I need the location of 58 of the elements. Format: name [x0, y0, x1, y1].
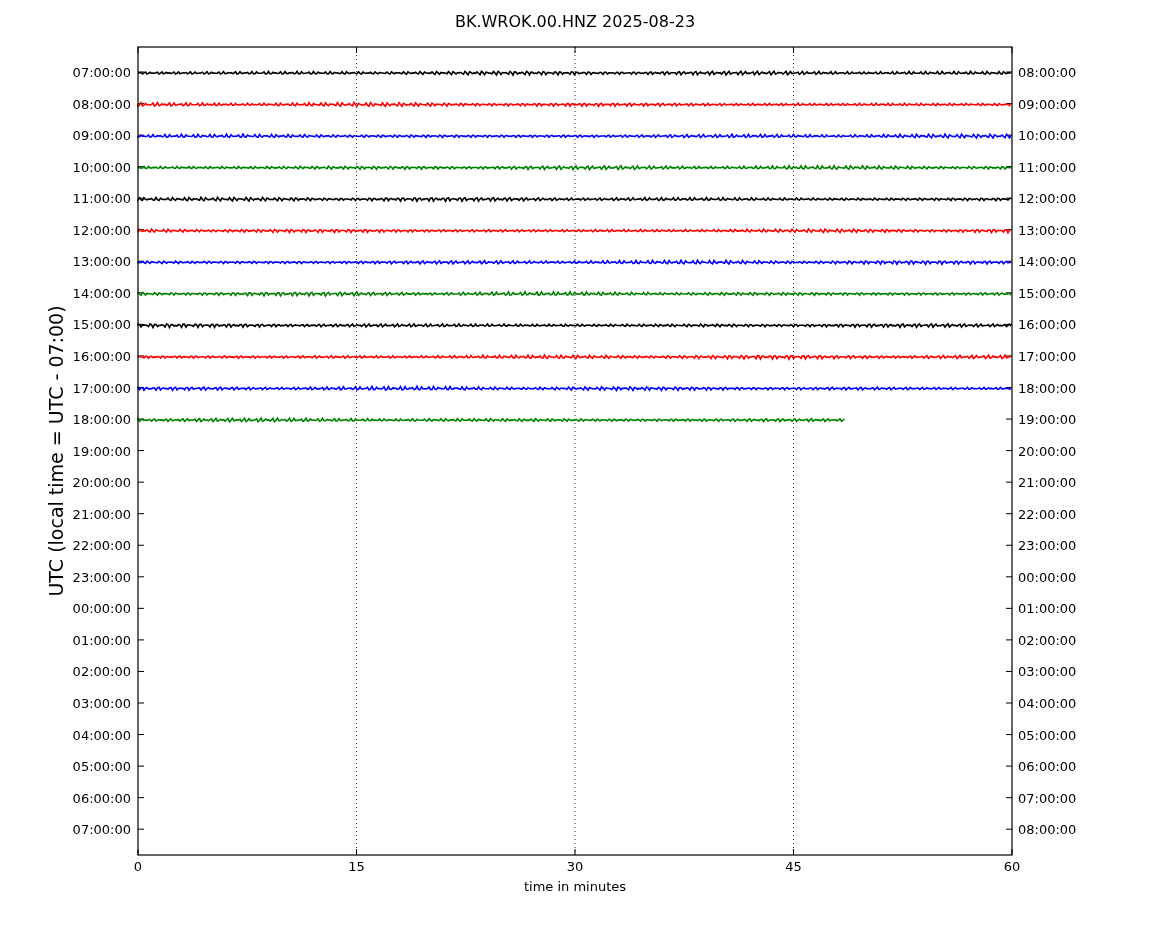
chart-title: BK.WROK.00.HNZ 2025-08-23 — [454, 12, 696, 31]
axis-tick-label: 15:00:00 — [1018, 285, 1077, 301]
axis-tick-label: 08:00:00 — [1018, 822, 1077, 838]
axis-tick-label: 13:00:00 — [72, 254, 131, 270]
axis-tick-label: 03:00:00 — [1018, 664, 1077, 680]
axis-tick-label: 22:00:00 — [1018, 506, 1077, 522]
axis-tick-label: 05:00:00 — [1018, 727, 1077, 743]
axis-tick-label: 11:00:00 — [1018, 159, 1077, 175]
axis-tick-label: 03:00:00 — [72, 696, 131, 711]
axis-tick-label: 20:00:00 — [1018, 443, 1077, 459]
axis-tick-label: 07:00:00 — [72, 822, 131, 838]
axis-tick-label: 0 — [133, 859, 143, 874]
axis-tick-label: 05:00:00 — [72, 759, 131, 775]
axis-tick-label: 02:00:00 — [72, 664, 131, 680]
axis-tick-label: 09:00:00 — [1018, 96, 1077, 112]
axis-tick-label: 08:00:00 — [72, 96, 131, 112]
axis-tick-label: 16:00:00 — [72, 348, 131, 364]
axis-tick-label: 23:00:00 — [72, 569, 131, 585]
axis-tick-label: 14:00:00 — [72, 285, 131, 301]
axis-tick-label: 19:00:00 — [1018, 412, 1077, 428]
axis-tick-label: 12:00:00 — [1018, 191, 1077, 207]
axis-tick-label: 23:00:00 — [1018, 538, 1077, 554]
axis-tick-label: 14:00:00 — [1018, 254, 1077, 270]
axis-tick-label: 19:00:00 — [72, 443, 131, 459]
axis-tick-label: 07:00:00 — [1018, 790, 1077, 806]
axis-tick-label: 04:00:00 — [72, 727, 131, 743]
axis-tick-label: 00:00:00 — [1018, 569, 1077, 585]
axis-tick-label: 16:00:00 — [1018, 317, 1077, 333]
axis-tick-label: 01:00:00 — [1018, 601, 1077, 617]
axis-tick-label: 15:00:00 — [72, 317, 131, 333]
axis-tick-label: 20:00:00 — [72, 475, 131, 491]
axis-tick-label: 01:00:00 — [72, 632, 131, 648]
axis-tick-label: 15 — [348, 859, 365, 874]
axis-tick-label: 21:00:00 — [72, 506, 131, 522]
axis-tick-label: 04:00:00 — [1018, 696, 1077, 711]
axis-tick-label: 06:00:00 — [72, 790, 131, 806]
axis-tick-label: 21:00:00 — [1018, 475, 1077, 491]
axis-tick-label: 10:00:00 — [1018, 128, 1077, 144]
axis-tick-label: 18:00:00 — [72, 412, 131, 428]
axis-tick-label: 08:00:00 — [1018, 65, 1077, 80]
x-axis-label: time in minutes — [523, 879, 627, 894]
axis-tick-label: 18:00:00 — [1018, 380, 1077, 396]
axis-tick-label: 11:00:00 — [72, 191, 131, 207]
axis-tick-label: 17:00:00 — [1018, 348, 1077, 364]
axis-tick-label: 06:00:00 — [1018, 759, 1077, 775]
axis-tick-label: 30 — [566, 859, 584, 874]
axis-tick-label: 22:00:00 — [72, 538, 131, 554]
axis-tick-label: 60 — [1003, 859, 1021, 874]
axis-tick-label: 45 — [785, 859, 802, 874]
axis-tick-label: 10:00:00 — [72, 159, 131, 175]
axis-tick-label: 12:00:00 — [72, 222, 131, 238]
y-axis-label: UTC (local time = UTC - 07:00) — [45, 305, 67, 597]
axis-tick-label: 07:00:00 — [72, 65, 131, 80]
axis-tick-label: 13:00:00 — [1018, 222, 1077, 238]
axis-tick-label: 02:00:00 — [1018, 632, 1077, 648]
axis-tick-label: 09:00:00 — [72, 128, 131, 144]
axis-tick-label: 17:00:00 — [72, 380, 131, 396]
axis-tick-label: 00:00:00 — [72, 601, 131, 617]
